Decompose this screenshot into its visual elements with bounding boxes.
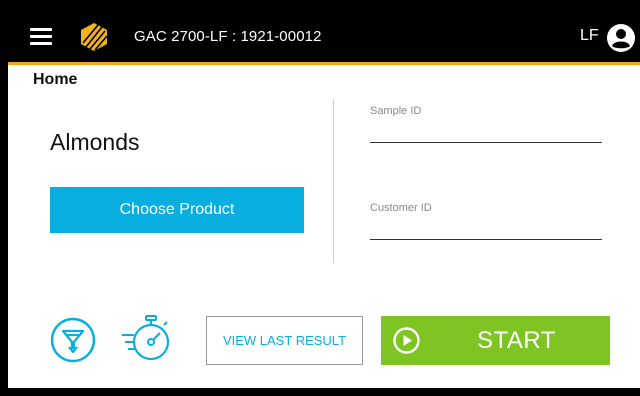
- vertical-divider: [333, 99, 334, 263]
- user-initials: LF: [580, 27, 599, 44]
- main-panel: Home Almonds Choose Product Sample ID Cu…: [8, 62, 640, 388]
- selected-product-name: Almonds: [50, 129, 140, 155]
- brand-logo: [81, 23, 108, 51]
- device-title: GAC 2700-LF : 1921-00012: [134, 28, 322, 45]
- top-bar: GAC 2700-LF : 1921-00012 LF: [8, 12, 640, 62]
- stopwatch-timer-icon[interactable]: [120, 313, 174, 365]
- customer-id-field: Customer ID: [370, 202, 602, 240]
- sample-id-field: Sample ID: [370, 105, 602, 143]
- view-last-result-button[interactable]: VIEW LAST RESULT: [206, 316, 363, 365]
- choose-product-button[interactable]: Choose Product: [50, 187, 304, 233]
- account-circle-icon[interactable]: [606, 23, 636, 53]
- customer-id-input[interactable]: [370, 214, 602, 240]
- start-button-label: START: [477, 327, 556, 354]
- customer-id-label: Customer ID: [370, 202, 432, 214]
- sample-id-input[interactable]: [370, 117, 602, 143]
- start-button[interactable]: START: [381, 316, 610, 365]
- hamburger-menu-icon[interactable]: [30, 28, 52, 46]
- sample-id-label: Sample ID: [370, 105, 422, 117]
- breadcrumb: Home: [33, 71, 78, 88]
- filter-funnel-icon[interactable]: [50, 317, 96, 363]
- app-frame: GAC 2700-LF : 1921-00012 LF Home Almonds…: [0, 0, 640, 396]
